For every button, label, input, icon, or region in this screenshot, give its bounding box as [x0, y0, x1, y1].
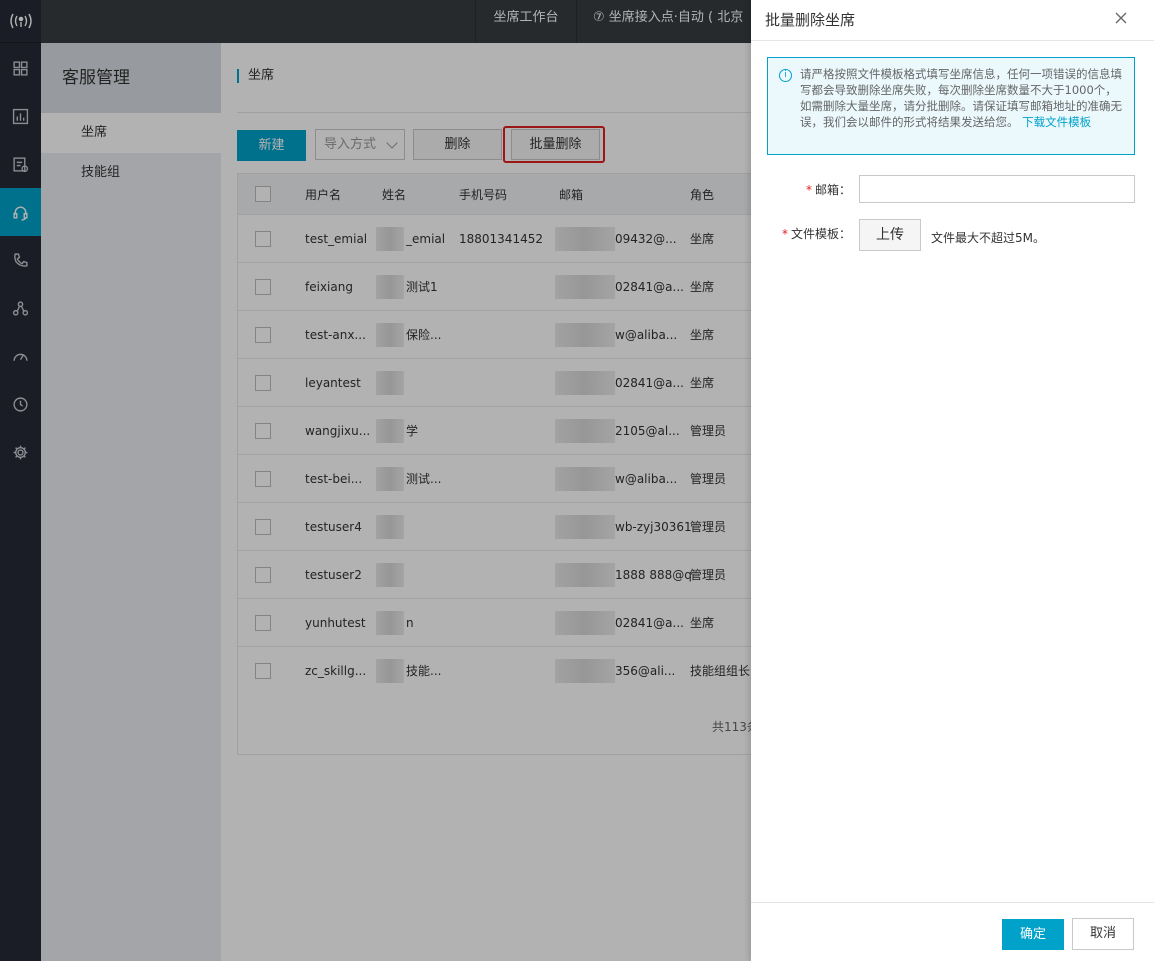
drawer-footer: 确定 取消 [751, 902, 1154, 961]
email-input[interactable] [859, 175, 1135, 203]
modal-overlay[interactable] [0, 0, 751, 961]
notice-box: i 请严格按照文件模板格式填写坐席信息，任何一项错误的信息填写都会导致删除坐席失… [767, 57, 1135, 155]
upload-hint: 文件最大不超过5M。 [931, 231, 1045, 245]
template-label: * 文件模板： [781, 227, 851, 241]
close-icon[interactable] [1114, 11, 1128, 25]
drawer-title: 批量删除坐席 [765, 11, 856, 29]
info-icon: i [779, 69, 792, 82]
upload-button[interactable]: 上传 [859, 219, 921, 251]
drawer-header: 批量删除坐席 [751, 0, 1154, 41]
download-template-link[interactable]: 下载文件模板 [1022, 115, 1091, 129]
confirm-button[interactable]: 确定 [1002, 919, 1064, 950]
batch-delete-drawer: 批量删除坐席 i 请严格按照文件模板格式填写坐席信息，任何一项错误的信息填写都会… [751, 0, 1154, 961]
cancel-button[interactable]: 取消 [1072, 918, 1134, 950]
email-label: * 邮箱： [805, 183, 851, 197]
